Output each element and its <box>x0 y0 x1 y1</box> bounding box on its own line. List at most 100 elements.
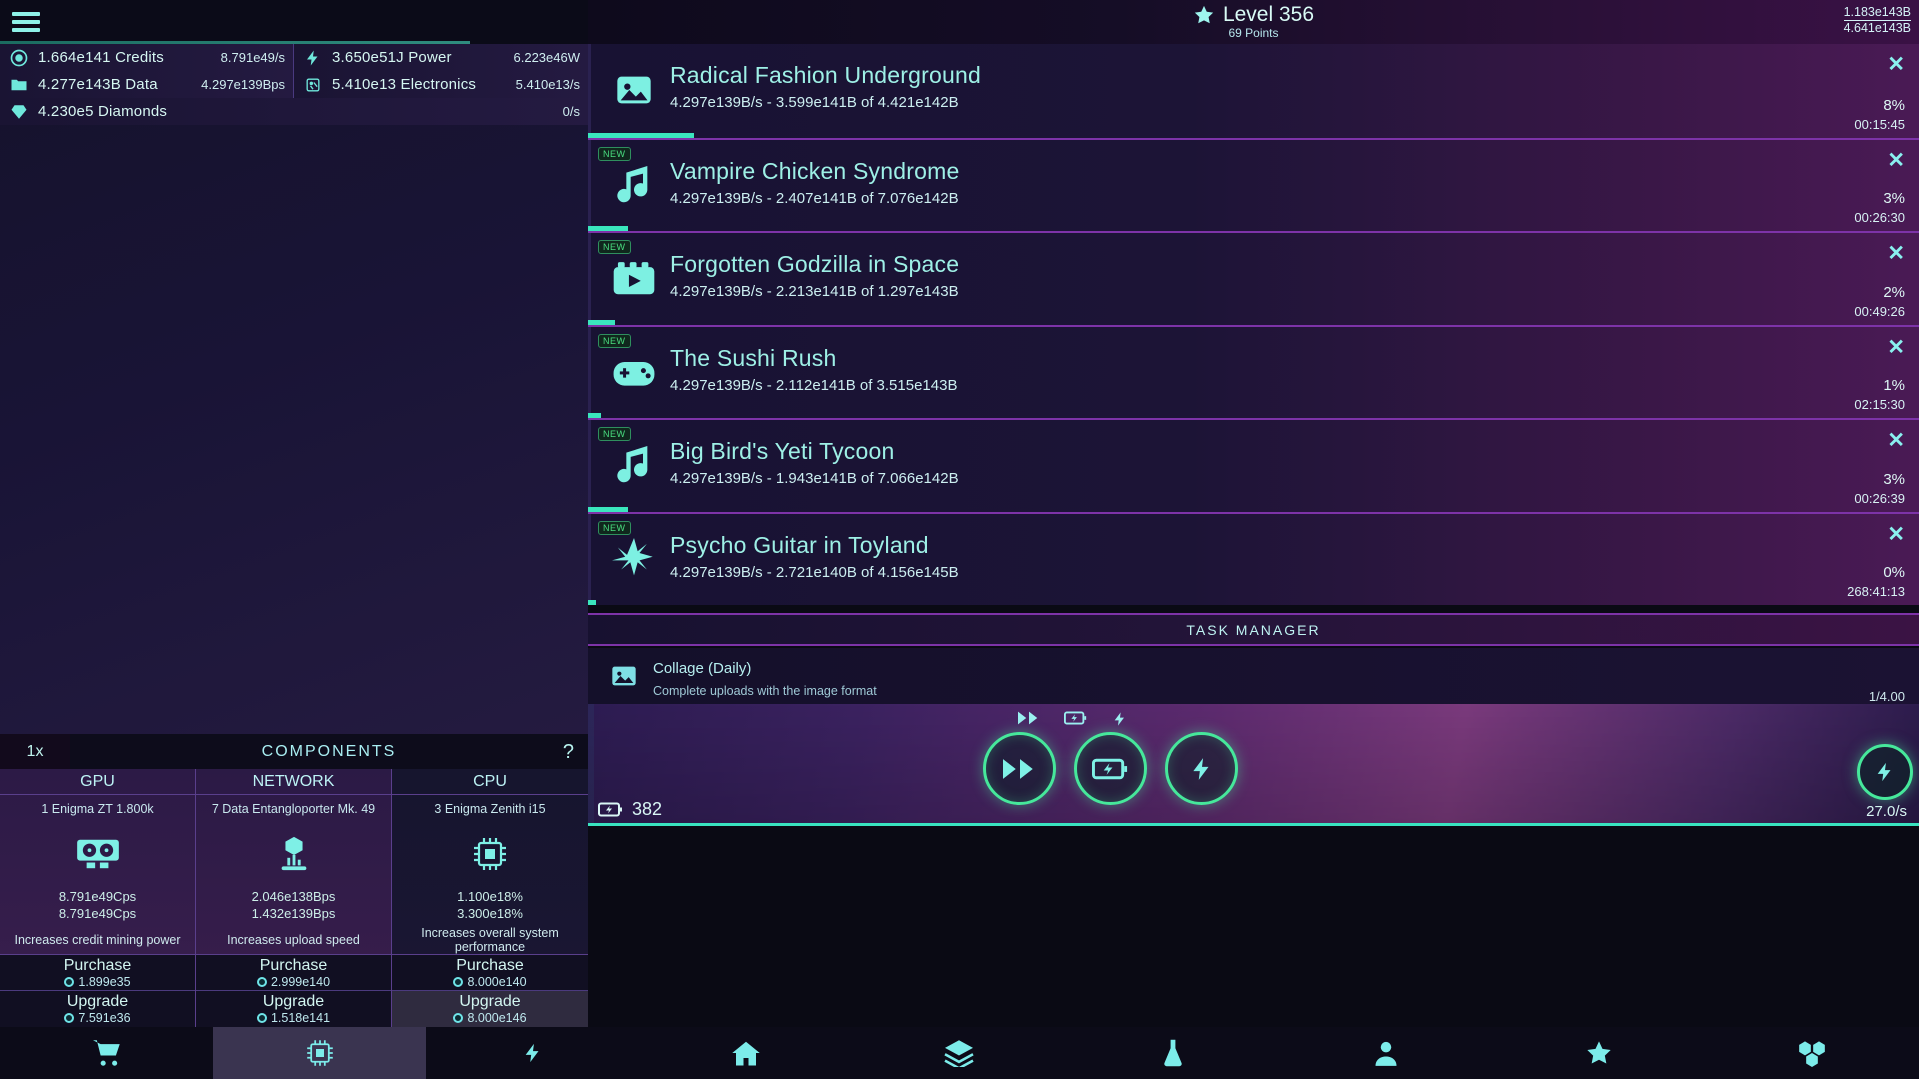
new-badge: NEW <box>598 521 631 535</box>
task-accent <box>588 327 591 419</box>
task-title: Forgotten Godzilla in Space <box>670 251 959 278</box>
credits-icon <box>64 977 74 987</box>
battery-bolt-icon[interactable] <box>1064 710 1088 728</box>
action-area-underline <box>588 823 1919 826</box>
task-row[interactable]: Radical Fashion Underground4.297e139B/s … <box>588 44 1919 138</box>
help-icon[interactable]: ? <box>563 741 574 764</box>
close-icon[interactable]: ✕ <box>1887 241 1905 266</box>
component-column-network: NETWORK 7 Data Entangloporter Mk. 49 2.0… <box>196 769 392 1027</box>
task-manager-header: TASK MANAGER <box>588 613 1919 646</box>
component-stat-1: 2.046e138Bps <box>252 888 336 905</box>
close-icon[interactable]: ✕ <box>1887 148 1905 173</box>
fraction-numerator: 1.183e143B <box>1844 5 1911 21</box>
component-stat-2: 3.300e18% <box>457 905 523 922</box>
upgrade-button-gpu[interactable]: Upgrade 7.591e36 <box>0 991 195 1027</box>
credits-icon <box>257 977 267 987</box>
task-row[interactable]: NEWThe Sushi Rush4.297e139B/s - 2.112e14… <box>588 325 1919 419</box>
component-stat-2: 1.432e139Bps <box>252 905 336 922</box>
credits-icon <box>64 1013 74 1023</box>
game-icon <box>610 349 658 397</box>
component-owned: 3 Enigma Zenith i15 <box>392 795 588 823</box>
close-icon[interactable]: ✕ <box>1887 428 1905 453</box>
nav-item-profile[interactable] <box>1279 1027 1492 1079</box>
level-label: Level 356 <box>1223 3 1314 27</box>
task-title: Big Bird's Yeti Tycoon <box>670 438 894 465</box>
close-icon[interactable]: ✕ <box>1887 522 1905 547</box>
resource-power[interactable]: 3.650e51J Power 6.223e46W <box>294 44 588 71</box>
task-subtitle: 4.297e139B/s - 2.213e141B of 1.297e143B <box>670 283 959 300</box>
component-column-gpu: GPU 1 Enigma ZT 1.800k 8.791e49Cps 8.791… <box>0 769 196 1027</box>
task-accent <box>588 514 591 606</box>
battery-boost-button[interactable] <box>1074 732 1147 805</box>
credits-icon <box>453 1013 463 1023</box>
new-badge: NEW <box>598 334 631 348</box>
task-accent <box>588 233 591 325</box>
task-row[interactable]: NEWVampire Chicken Syndrome4.297e139B/s … <box>588 138 1919 232</box>
network-icon <box>196 823 391 885</box>
credits-icon <box>257 1013 267 1023</box>
nav-item-power[interactable] <box>426 1027 639 1079</box>
task-row[interactable]: NEW Forgotten Godzilla in Space 4.297e139B… <box>588 231 1919 325</box>
task-subtitle: 4.297e139B/s - 3.599e141B of 4.421e142B <box>670 94 959 111</box>
credits-icon <box>4 48 34 68</box>
components-header: 1x COMPONENTS ? <box>0 734 588 769</box>
upgrade-button-cpu[interactable]: Upgrade 8.000e146 <box>392 991 588 1027</box>
upgrade-cost: 1.518e141 <box>257 1011 330 1025</box>
upgrade-button-network[interactable]: Upgrade 1.518e141 <box>196 991 391 1027</box>
close-icon[interactable]: ✕ <box>1887 335 1905 360</box>
resource-row: 1.664e141 Credits 8.791e49/s 3.650e51J P… <box>0 44 588 71</box>
resource-rate: 5.410e13/s <box>516 77 580 92</box>
music-icon <box>610 162 658 210</box>
component-stat-1: 1.100e18% <box>457 888 523 905</box>
bolt-button[interactable] <box>1165 732 1238 805</box>
task-subtitle: 4.297e139B/s - 2.721e140B of 4.156e145B <box>670 564 959 581</box>
component-description: Increases credit mining power <box>0 925 195 955</box>
image-icon <box>610 66 658 114</box>
task-manager-item[interactable]: Collage (Daily) Complete uploads with th… <box>588 648 1919 704</box>
hamburger-icon[interactable] <box>12 9 40 35</box>
nav-item-components[interactable] <box>213 1027 426 1079</box>
component-stats: 2.046e138Bps 1.432e139Bps <box>196 885 391 925</box>
purchase-button-gpu[interactable]: Purchase 1.899e35 <box>0 955 195 991</box>
task-accent <box>588 140 591 232</box>
task-time: 00:26:39 <box>1854 491 1905 506</box>
nav-item-home[interactable] <box>640 1027 853 1079</box>
resource-credits[interactable]: 1.664e141 Credits 8.791e49/s <box>0 44 294 71</box>
level-display: Level 356 69 Points <box>588 3 1919 40</box>
cpu-icon <box>392 823 588 885</box>
new-badge: NEW <box>598 427 631 441</box>
nav-item-layers[interactable] <box>853 1027 1066 1079</box>
bolt-icon[interactable] <box>1112 710 1128 728</box>
resource-rate: 6.223e46W <box>514 50 581 65</box>
task-percent: 0% <box>1883 564 1905 581</box>
nav-item-shop[interactable] <box>0 1027 213 1079</box>
fast-forward-button[interactable] <box>983 732 1056 805</box>
storage-fraction: 1.183e143B 4.641e143B <box>1844 5 1911 35</box>
close-icon[interactable]: ✕ <box>1887 52 1905 77</box>
boost-button[interactable] <box>1857 744 1913 800</box>
purchase-button-cpu[interactable]: Purchase 8.000e140 <box>392 955 588 991</box>
nav-item-achievements[interactable] <box>1493 1027 1706 1079</box>
resource-row: 4.277e143B Data 4.297e139Bps 5.410e13 El… <box>0 71 588 98</box>
task-row[interactable]: NEWBig Bird's Yeti Tycoon4.297e139B/s - … <box>588 418 1919 512</box>
component-owned: 7 Data Entangloporter Mk. 49 <box>196 795 391 823</box>
nav-item-research[interactable] <box>1066 1027 1279 1079</box>
new-badge: NEW <box>598 240 631 254</box>
task-title: Psycho Guitar in Toyland <box>670 532 929 559</box>
component-owned: 1 Enigma ZT 1.800k <box>0 795 195 823</box>
multiplier-button[interactable]: 1x <box>0 734 70 769</box>
resource-electronics[interactable]: 5.410e13 Electronics 5.410e13/s <box>294 71 588 98</box>
components-title: COMPONENTS <box>70 743 588 761</box>
bottom-nav <box>0 1027 1919 1079</box>
fast-forward-icon[interactable] <box>1018 710 1040 728</box>
resource-diamonds[interactable]: 4.230e5 Diamonds 0/s <box>0 98 588 125</box>
component-name: GPU <box>0 769 195 795</box>
video-icon <box>610 255 658 303</box>
task-time: 00:49:26 <box>1854 304 1905 319</box>
gpu-icon <box>0 823 195 885</box>
task-row[interactable]: NEW Psycho Guitar in Toyland 4.297e139B/s … <box>588 512 1919 606</box>
purchase-button-network[interactable]: Purchase 2.999e140 <box>196 955 391 991</box>
nav-item-resources[interactable] <box>1706 1027 1919 1079</box>
task-accent <box>588 420 591 512</box>
resource-data[interactable]: 4.277e143B Data 4.297e139Bps <box>0 71 294 98</box>
